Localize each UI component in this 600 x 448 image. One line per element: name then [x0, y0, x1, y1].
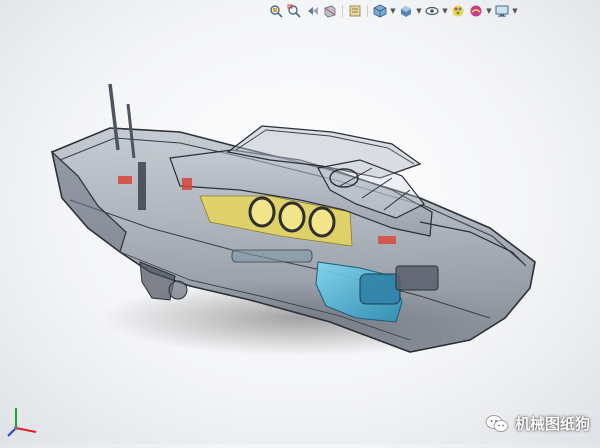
red-fitting-aft[interactable] [118, 176, 132, 184]
watermark-text: 机械图纸狗 [514, 415, 590, 433]
zoom-to-area-icon [287, 4, 301, 18]
view-settings-button[interactable] [494, 3, 510, 19]
porthole-2[interactable] [278, 201, 306, 233]
watermark: 机械图纸狗 [485, 413, 590, 434]
toolbar-separator [342, 5, 343, 17]
edit-appearance-icon [452, 5, 464, 17]
view-orientation-icon [373, 4, 387, 18]
boat-model[interactable] [0, 20, 600, 444]
aft-post[interactable] [138, 162, 146, 210]
section-view-icon [324, 5, 336, 18]
chevron-down-icon[interactable]: ▼ [512, 7, 518, 15]
graphics-area[interactable] [0, 20, 600, 444]
section-view-button[interactable] [322, 3, 338, 19]
red-fitting-bow[interactable] [378, 236, 396, 244]
chevron-down-icon[interactable]: ▼ [486, 7, 492, 15]
chevron-down-icon[interactable]: ▼ [416, 7, 422, 15]
shaft-housing[interactable] [231, 249, 313, 263]
hide-show-items-icon [425, 6, 439, 16]
toolbar-separator [367, 5, 368, 17]
previous-view-icon [308, 7, 318, 15]
chevron-down-icon[interactable]: ▼ [442, 7, 448, 15]
dynamic-annotation-icon [349, 5, 361, 17]
hide-show-items-button[interactable] [424, 3, 440, 19]
battery-pack[interactable] [395, 265, 439, 291]
red-fitting-deck[interactable] [182, 178, 192, 190]
edit-appearance-button[interactable] [450, 3, 466, 19]
reference-triad[interactable] [6, 402, 42, 438]
view-orientation-button[interactable] [372, 3, 388, 19]
wechat-logo-icon [485, 414, 509, 432]
propeller[interactable] [168, 280, 188, 300]
dynamic-annotation-button[interactable] [347, 3, 363, 19]
chevron-down-icon[interactable]: ▼ [390, 7, 396, 15]
porthole-3[interactable] [308, 206, 336, 238]
axis-triad-icon [7, 408, 37, 437]
porthole-1[interactable] [248, 196, 276, 228]
display-style-button[interactable] [398, 3, 414, 19]
zoom-to-fit-icon [270, 5, 283, 18]
zoom-to-area-button[interactable] [286, 3, 302, 19]
zoom-to-fit-button[interactable] [268, 3, 284, 19]
view-settings-icon [495, 5, 509, 17]
apply-scene-button[interactable] [468, 3, 484, 19]
heads-up-view-toolbar: ▼ ▼ ▼ ▼ ▼ [268, 2, 518, 20]
previous-view-button[interactable] [304, 3, 320, 19]
motor-housing[interactable] [359, 273, 401, 305]
apply-scene-icon [470, 5, 482, 17]
display-style-icon [401, 6, 411, 17]
